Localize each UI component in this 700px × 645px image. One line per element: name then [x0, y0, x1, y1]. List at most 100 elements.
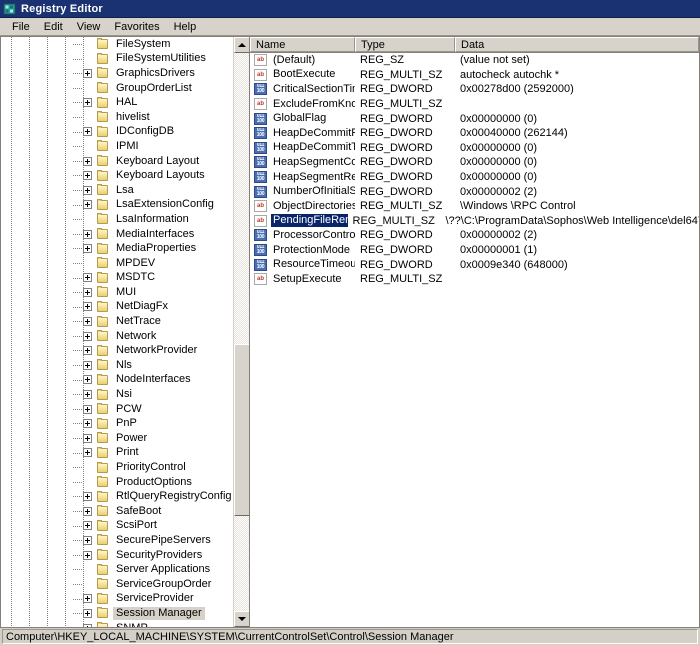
expand-plus-icon[interactable] [83, 361, 92, 370]
tree-item[interactable]: MediaInterfaces [1, 227, 233, 242]
expand-plus-icon[interactable] [83, 273, 92, 282]
value-name-cell[interactable]: 011100ProtectionMode [250, 244, 355, 257]
value-row[interactable]: 011100CriticalSectionTim...REG_DWORD0x00… [250, 82, 699, 97]
value-row[interactable]: 011100GlobalFlagREG_DWORD0x00000000 (0) [250, 111, 699, 126]
expand-plus-icon[interactable] [83, 69, 92, 78]
expand-plus-icon[interactable] [83, 536, 92, 545]
tree-item[interactable]: HAL [1, 95, 233, 110]
value-name-cell[interactable]: 011100ResourceTimeout... [250, 258, 355, 271]
registry-tree-pane[interactable]: FileSystemFileSystemUtilitiesGraphicsDri… [0, 36, 250, 628]
expand-plus-icon[interactable] [83, 390, 92, 399]
value-row[interactable]: 011100HeapDeCommitFr...REG_DWORD0x000400… [250, 126, 699, 141]
expand-plus-icon[interactable] [83, 624, 92, 627]
expand-plus-icon[interactable] [83, 594, 92, 603]
value-row[interactable]: 011100ProtectionModeREG_DWORD0x00000001 … [250, 243, 699, 258]
value-row[interactable]: abObjectDirectoriesREG_MULTI_SZ\Windows … [250, 199, 699, 214]
expand-plus-icon[interactable] [83, 448, 92, 457]
scrollbar-thumb[interactable] [234, 344, 250, 516]
menu-item-file[interactable]: File [5, 20, 37, 34]
registry-tree[interactable]: FileSystemFileSystemUtilitiesGraphicsDri… [1, 37, 233, 627]
tree-item[interactable]: SecurePipeServers [1, 533, 233, 548]
tree-item[interactable]: FileSystemUtilities [1, 52, 233, 67]
value-row[interactable]: 011100ResourceTimeout...REG_DWORD0x0009e… [250, 257, 699, 272]
tree-item[interactable]: ServiceGroupOrder [1, 577, 233, 592]
value-name-cell[interactable]: 011100NumberOfInitialS... [250, 185, 355, 198]
menu-item-favorites[interactable]: Favorites [107, 20, 166, 34]
value-name-cell[interactable]: abObjectDirectories [250, 200, 355, 213]
list-header[interactable]: NameTypeData [250, 37, 699, 53]
expand-plus-icon[interactable] [83, 186, 92, 195]
expand-plus-icon[interactable] [83, 171, 92, 180]
value-name-cell[interactable]: abBootExecute [250, 68, 355, 81]
expand-plus-icon[interactable] [83, 609, 92, 618]
menu-item-help[interactable]: Help [167, 20, 204, 34]
tree-item[interactable]: MediaProperties [1, 241, 233, 256]
tree-item[interactable]: hivelist [1, 110, 233, 125]
value-name-cell[interactable]: 011100HeapSegmentCo... [250, 156, 355, 169]
tree-item[interactable]: GraphicsDrivers [1, 66, 233, 81]
expand-plus-icon[interactable] [83, 288, 92, 297]
expand-plus-icon[interactable] [83, 230, 92, 239]
tree-item[interactable]: Keyboard Layout [1, 154, 233, 169]
tree-item[interactable]: MPDEV [1, 256, 233, 271]
value-row[interactable]: abBootExecuteREG_MULTI_SZautocheck autoc… [250, 68, 699, 83]
value-row[interactable]: 011100HeapSegmentCo...REG_DWORD0x0000000… [250, 155, 699, 170]
value-row[interactable]: 011100HeapSegmentRe...REG_DWORD0x0000000… [250, 170, 699, 185]
tree-item[interactable]: Power [1, 431, 233, 446]
expand-plus-icon[interactable] [83, 302, 92, 311]
expand-plus-icon[interactable] [83, 157, 92, 166]
value-name-cell[interactable]: 011100HeapSegmentRe... [250, 171, 355, 184]
tree-item[interactable]: ScsiPort [1, 519, 233, 534]
expand-plus-icon[interactable] [83, 492, 92, 501]
expand-plus-icon[interactable] [83, 434, 92, 443]
expand-plus-icon[interactable] [83, 346, 92, 355]
tree-item[interactable]: FileSystem [1, 37, 233, 52]
list-body[interactable]: ab(Default)REG_SZ(value not set)abBootEx… [250, 53, 699, 627]
expand-plus-icon[interactable] [83, 507, 92, 516]
value-name-cell[interactable]: 011100CriticalSectionTim... [250, 83, 355, 96]
registry-values-pane[interactable]: NameTypeData ab(Default)REG_SZ(value not… [250, 36, 700, 628]
value-name-cell[interactable]: ab(Default) [250, 54, 355, 67]
tree-item[interactable]: LsaInformation [1, 212, 233, 227]
tree-item[interactable]: Server Applications [1, 562, 233, 577]
scroll-up-button[interactable] [234, 37, 250, 53]
expand-plus-icon[interactable] [83, 521, 92, 530]
menu-item-edit[interactable]: Edit [37, 20, 70, 34]
tree-item[interactable]: NetDiagFx [1, 300, 233, 315]
tree-item[interactable]: MUI [1, 285, 233, 300]
tree-item[interactable]: Nsi [1, 387, 233, 402]
tree-item[interactable]: NetworkProvider [1, 343, 233, 358]
tree-vertical-scrollbar[interactable] [233, 37, 249, 627]
tree-item[interactable]: RtlQueryRegistryConfig [1, 489, 233, 504]
expand-plus-icon[interactable] [83, 551, 92, 560]
column-header[interactable]: Name [250, 37, 355, 52]
tree-item[interactable]: Nls [1, 358, 233, 373]
tree-item[interactable]: SNMP [1, 621, 233, 627]
tree-item[interactable]: NetTrace [1, 314, 233, 329]
value-name-cell[interactable]: abExcludeFromKno... [250, 98, 355, 111]
tree-item[interactable]: IPMI [1, 139, 233, 154]
value-row[interactable]: 011100ProcessorControlREG_DWORD0x0000000… [250, 228, 699, 243]
scroll-down-button[interactable] [234, 611, 250, 627]
value-name-cell[interactable]: 011100ProcessorControl [250, 229, 355, 242]
column-header[interactable]: Type [355, 37, 455, 52]
expand-plus-icon[interactable] [83, 244, 92, 253]
tree-item[interactable]: GroupOrderList [1, 81, 233, 96]
expand-plus-icon[interactable] [83, 317, 92, 326]
value-row[interactable]: 011100HeapDeCommitT...REG_DWORD0x0000000… [250, 141, 699, 156]
tree-item[interactable]: ServiceProvider [1, 592, 233, 607]
value-name-cell[interactable]: abPendingFileRena... [250, 214, 348, 227]
tree-item[interactable]: Keyboard Layouts [1, 168, 233, 183]
column-header[interactable]: Data [455, 37, 699, 52]
tree-item[interactable]: NodeInterfaces [1, 373, 233, 388]
value-name-cell[interactable]: 011100HeapDeCommitT... [250, 141, 355, 154]
tree-item[interactable]: PCW [1, 402, 233, 417]
tree-item[interactable]: Session Manager [1, 606, 233, 621]
menu-item-view[interactable]: View [70, 20, 108, 34]
value-row[interactable]: 011100NumberOfInitialS...REG_DWORD0x0000… [250, 184, 699, 199]
expand-plus-icon[interactable] [83, 127, 92, 136]
value-name-cell[interactable]: 011100HeapDeCommitFr... [250, 127, 355, 140]
expand-plus-icon[interactable] [83, 375, 92, 384]
tree-item[interactable]: SafeBoot [1, 504, 233, 519]
value-name-cell[interactable]: 011100GlobalFlag [250, 112, 355, 125]
